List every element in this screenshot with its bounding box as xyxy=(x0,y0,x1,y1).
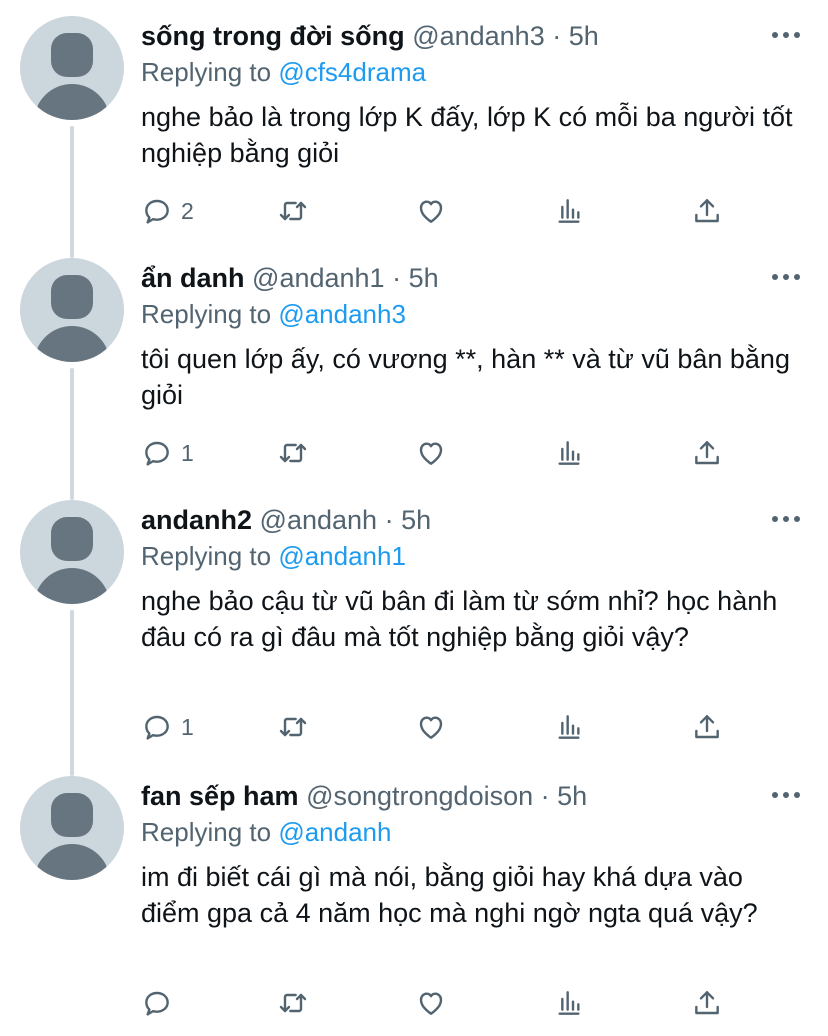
views-button[interactable] xyxy=(553,983,585,1023)
tweet-actions: 2 xyxy=(141,191,741,231)
like-button[interactable] xyxy=(415,707,447,747)
views-icon xyxy=(558,715,580,739)
tweet-header: andanh2 @andanh · 5h xyxy=(141,504,431,536)
timestamp[interactable]: 5h xyxy=(569,21,599,51)
replying-to-line: Replying to @cfs4drama xyxy=(141,56,426,88)
display-name[interactable]: andanh2 xyxy=(141,505,252,535)
share-icon xyxy=(695,441,719,465)
reply-count: 1 xyxy=(181,713,194,740)
user-handle[interactable]: @andanh1 xyxy=(252,263,385,293)
retweet-button[interactable] xyxy=(277,983,309,1023)
tweet[interactable]: sống trong đời sống @andanh3 · 5h Replyi… xyxy=(0,16,828,246)
like-icon xyxy=(419,200,443,223)
avatar[interactable] xyxy=(20,258,124,362)
replying-to-label: Replying to xyxy=(141,541,272,571)
user-handle[interactable]: @songtrongdoison xyxy=(306,781,533,811)
like-button[interactable] xyxy=(415,433,447,473)
tweet-header: ẩn danh @andanh1 · 5h xyxy=(141,262,439,294)
replying-to-line: Replying to @andanh1 xyxy=(141,540,406,572)
retweet-button[interactable] xyxy=(277,433,309,473)
tweet-actions: 1 xyxy=(141,433,741,473)
views-button[interactable] xyxy=(553,433,585,473)
timestamp[interactable]: 5h xyxy=(409,263,439,293)
avatar[interactable] xyxy=(20,776,124,880)
share-icon xyxy=(695,991,719,1015)
mention-link[interactable]: @andanh3 xyxy=(278,299,406,329)
reply-icon xyxy=(145,991,169,1016)
tweet-actions: 1 xyxy=(141,707,741,747)
like-icon xyxy=(419,992,443,1015)
views-icon xyxy=(558,441,580,465)
separator-dot: · xyxy=(540,781,550,811)
replying-to-label: Replying to xyxy=(141,817,272,847)
display-name[interactable]: sống trong đời sống xyxy=(141,21,405,51)
display-name[interactable]: ẩn danh xyxy=(141,263,245,293)
tweet-text: im đi biết cái gì mà nói, bằng giỏi hay … xyxy=(141,862,758,928)
reply-button[interactable] xyxy=(141,983,181,1023)
replying-to-label: Replying to xyxy=(141,299,272,329)
tweet-header: sống trong đời sống @andanh3 · 5h xyxy=(141,20,599,52)
more-icon[interactable] xyxy=(772,272,800,282)
views-icon xyxy=(558,991,580,1015)
reply-button[interactable]: 2 xyxy=(141,191,194,231)
mention-link[interactable]: @andanh1 xyxy=(278,541,406,571)
reply-icon xyxy=(145,199,169,224)
more-icon[interactable] xyxy=(772,514,800,524)
views-icon xyxy=(558,199,580,223)
avatar[interactable] xyxy=(20,16,124,120)
retweet-button[interactable] xyxy=(277,191,309,231)
tweet-text: nghe bảo là trong lớp K đấy, lớp K có mỗ… xyxy=(141,102,793,168)
reply-icon xyxy=(145,441,169,466)
views-button[interactable] xyxy=(553,191,585,231)
share-icon xyxy=(695,199,719,223)
reply-count: 1 xyxy=(181,439,194,466)
retweet-icon xyxy=(279,717,307,737)
user-handle[interactable]: @andanh xyxy=(260,505,378,535)
tweet-header: fan sếp ham @songtrongdoison · 5h xyxy=(141,780,587,812)
like-button[interactable] xyxy=(415,191,447,231)
retweet-button[interactable] xyxy=(277,707,309,747)
display-name[interactable]: fan sếp ham xyxy=(141,781,299,811)
replying-to-line: Replying to @andanh xyxy=(141,816,391,848)
replying-to-label: Replying to xyxy=(141,57,272,87)
more-icon[interactable] xyxy=(772,790,800,800)
retweet-icon xyxy=(279,993,307,1013)
reply-icon xyxy=(145,715,169,740)
tweet-text: tôi quen lớp ấy, có vương **, hàn ** và … xyxy=(141,344,790,410)
reply-button[interactable]: 1 xyxy=(141,707,194,747)
tweet-text: nghe bảo cậu từ vũ bân đi làm từ sớm nhỉ… xyxy=(141,586,778,652)
reply-count: 2 xyxy=(181,197,194,224)
like-icon xyxy=(419,716,443,739)
mention-link[interactable]: @cfs4drama xyxy=(278,57,426,87)
avatar[interactable] xyxy=(20,500,124,604)
share-icon xyxy=(695,715,719,739)
replying-to-line: Replying to @andanh3 xyxy=(141,298,406,330)
share-button[interactable] xyxy=(691,707,723,747)
separator-dot: · xyxy=(552,21,562,51)
separator-dot: · xyxy=(384,505,394,535)
tweet-actions xyxy=(141,983,741,1023)
tweet[interactable]: ẩn danh @andanh1 · 5h Replying to @andan… xyxy=(0,258,828,488)
like-button[interactable] xyxy=(415,983,447,1023)
share-button[interactable] xyxy=(691,191,723,231)
tweet[interactable]: fan sếp ham @songtrongdoison · 5h Replyi… xyxy=(0,776,828,1036)
like-icon xyxy=(419,442,443,465)
more-icon[interactable] xyxy=(772,30,800,40)
retweet-icon xyxy=(279,443,307,463)
timestamp[interactable]: 5h xyxy=(401,505,431,535)
views-button[interactable] xyxy=(553,707,585,747)
reply-button[interactable]: 1 xyxy=(141,433,194,473)
user-handle[interactable]: @andanh3 xyxy=(412,21,545,51)
share-button[interactable] xyxy=(691,433,723,473)
mention-link[interactable]: @andanh xyxy=(278,817,391,847)
separator-dot: · xyxy=(392,263,402,293)
tweet[interactable]: andanh2 @andanh · 5h Replying to @andanh… xyxy=(0,500,828,765)
retweet-icon xyxy=(279,201,307,221)
timestamp[interactable]: 5h xyxy=(557,781,587,811)
share-button[interactable] xyxy=(691,983,723,1023)
